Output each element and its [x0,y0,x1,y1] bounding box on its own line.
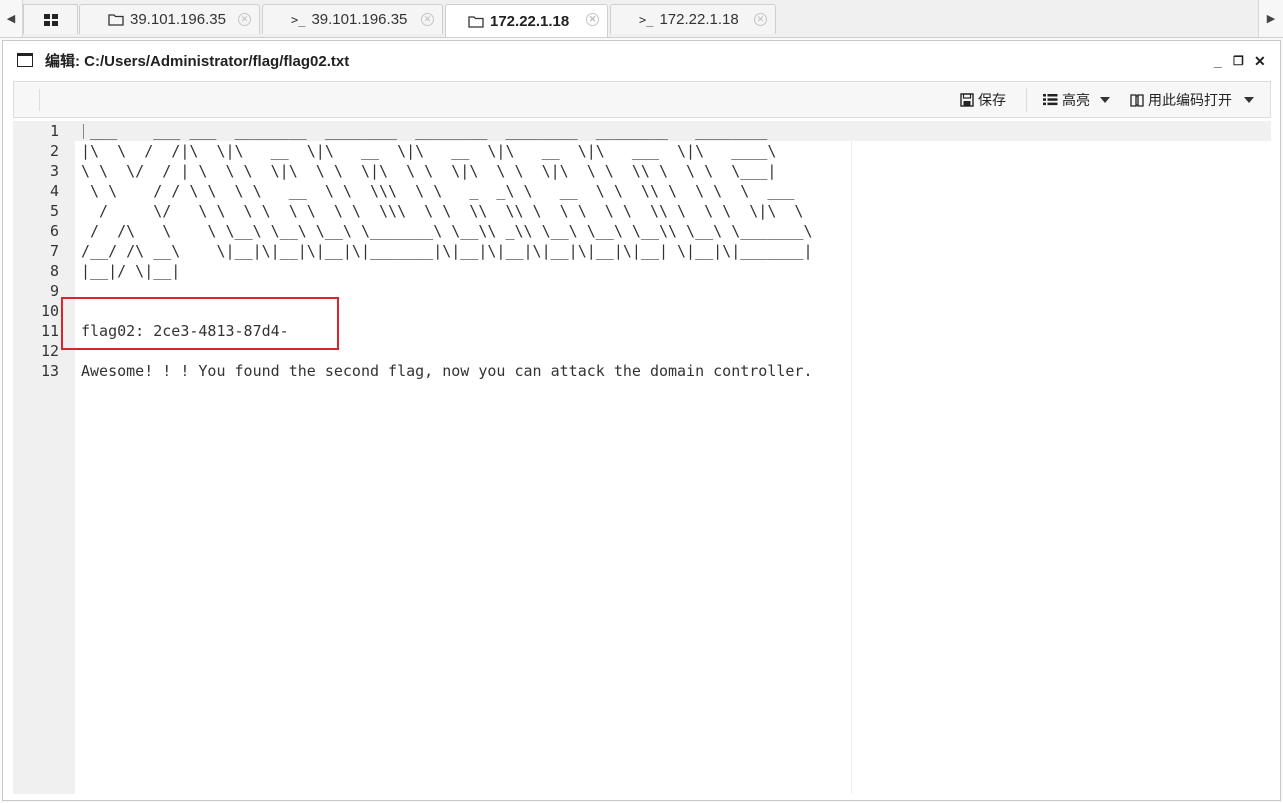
window-icon [17,53,33,67]
editor-line[interactable]: 3 \ \ \/ / | \ \ \ \|\ \ \ \|\ \ \ \|\ \ … [13,161,1271,181]
line-text: ___ ___ ___ ________ ________ ________ _… [81,122,768,140]
tab-file-manager-39[interactable]: 39.101.196.35 ✕ [79,4,260,34]
tab-scroll-right-button[interactable]: ▶ [1258,0,1283,37]
line-number: 1 [49,122,59,140]
toolbar-divider [39,89,40,111]
editor-line[interactable]: 2 |\ \ / /|\ \|\ __ \|\ __ \|\ __ \|\ __ … [13,141,1271,161]
editor-line[interactable]: 8 |__|/ \|__| [13,261,1271,281]
folder-icon [108,13,124,26]
editor-line[interactable]: 9 [13,281,1271,301]
line-number: 11 [40,322,59,340]
tab-close-icon[interactable]: ✕ [586,13,599,26]
editor-line[interactable]: 6 / /\ \ \ \__\ \__\ \__\ \_______\ \__\… [13,221,1271,241]
folder-icon [468,15,484,28]
terminal-icon: >_ [291,12,306,27]
editor-window: 编辑: C:/Users/Administrator/flag/flag02.t… [2,40,1281,801]
highlight-label: 高亮 [1062,91,1090,108]
line-text: \ \ / / \ \ \ \ __ \ \ \\\ \ \ _ _\ \ __… [81,182,795,200]
line-number: 12 [40,342,59,360]
save-button[interactable]: 保存 [960,82,1006,117]
chevron-down-icon [1244,96,1254,103]
text-cursor [83,124,84,139]
line-number: 8 [49,262,59,280]
line-text: Awesome! ! ! You found the second flag, … [81,362,813,380]
list-icon [1043,94,1058,106]
minimize-button[interactable]: _ [1214,53,1222,69]
window-title: 编辑: C:/Users/Administrator/flag/flag02.t… [45,52,350,70]
line-number: 13 [40,362,59,380]
highlight-dropdown[interactable]: 高亮 [1043,82,1110,117]
line-text: \ \ \/ / | \ \ \ \|\ \ \ \|\ \ \ \|\ \ \… [81,162,777,180]
save-label: 保存 [978,91,1006,108]
tab-terminal-39[interactable]: >_ 39.101.196.35 ✕ [262,4,443,34]
line-text: |__|/ \|__| [81,262,181,280]
tab-close-icon[interactable]: ✕ [238,13,251,26]
tab-label: 172.22.1.18 [490,12,570,30]
line-number: 6 [49,222,59,240]
editor-line[interactable]: 1 ___ ___ ___ ________ ________ ________… [13,121,1271,141]
save-icon [960,92,974,107]
line-number: 3 [49,162,59,180]
tab-terminal-172[interactable]: >_ 172.22.1.18 ✕ [610,4,776,34]
open-with-encoding-label: 用此编码打开 [1148,91,1232,108]
line-number: 10 [40,302,59,320]
tab-label: 39.101.196.35 [311,11,408,28]
tab-bar: ◀ 39.101.196.35 ✕ >_ 39.101.196.35 ✕ 172… [0,0,1283,38]
editor-line[interactable]: 13 Awesome! ! ! You found the second flag… [13,361,1271,381]
editor-line[interactable]: 5 / \/ \ \ \ \ \ \ \ \ \\\ \ \ \\ \\ \ \… [13,201,1271,221]
line-number: 5 [49,202,59,220]
line-number: 4 [49,182,59,200]
editor-toolbar: 保存 高亮 用此编码打开 [13,81,1271,118]
line-text: /__/ /\ __\ \|__|\|__|\|__|\|_______|\|_… [81,242,813,260]
toolbar-divider [1026,88,1027,112]
editor-line[interactable]: 10 [13,301,1271,321]
open-with-encoding-dropdown[interactable]: 用此编码打开 [1130,82,1254,117]
line-text: / /\ \ \ \__\ \__\ \__\ \_______\ \__\\ … [81,222,813,240]
editor-line[interactable]: 7 /__/ /\ __\ \|__|\|__|\|__|\|_______|\|… [13,241,1271,261]
chevron-down-icon [1100,96,1110,103]
grid-icon [43,13,58,26]
line-number: 7 [49,242,59,260]
book-icon [1130,93,1144,107]
editor-line[interactable]: 12 [13,341,1271,361]
editor-line[interactable]: 11 flag02: 2ce3-4813-87d4- [13,321,1271,341]
tab-scroll-left-button[interactable]: ◀ [0,0,23,37]
flag-text: flag02: 2ce3-4813-87d4- [81,322,289,340]
editor-line[interactable]: 4 \ \ / / \ \ \ \ __ \ \ \\\ \ \ _ _\ \ … [13,181,1271,201]
tab-file-manager-172[interactable]: 172.22.1.18 ✕ [445,4,608,37]
window-titlebar: 编辑: C:/Users/Administrator/flag/flag02.t… [3,41,1280,79]
line-text: / \/ \ \ \ \ \ \ \ \ \\\ \ \ \\ \\ \ \ \… [81,202,804,220]
tab-label: 172.22.1.18 [659,11,739,28]
tab-close-icon[interactable]: ✕ [421,13,434,26]
line-number: 9 [49,282,59,300]
tab-close-icon[interactable]: ✕ [754,13,767,26]
terminal-icon: >_ [639,12,654,27]
text-editor[interactable]: 1 ___ ___ ___ ________ ________ ________… [13,121,1271,794]
restore-button[interactable]: ❐ [1233,54,1244,68]
dashboard-tab[interactable] [23,4,78,34]
close-button[interactable]: ✕ [1254,53,1266,70]
line-number: 2 [49,142,59,160]
tab-label: 39.101.196.35 [130,11,226,28]
line-text: |\ \ / /|\ \|\ __ \|\ __ \|\ __ \|\ __ \… [81,142,777,160]
